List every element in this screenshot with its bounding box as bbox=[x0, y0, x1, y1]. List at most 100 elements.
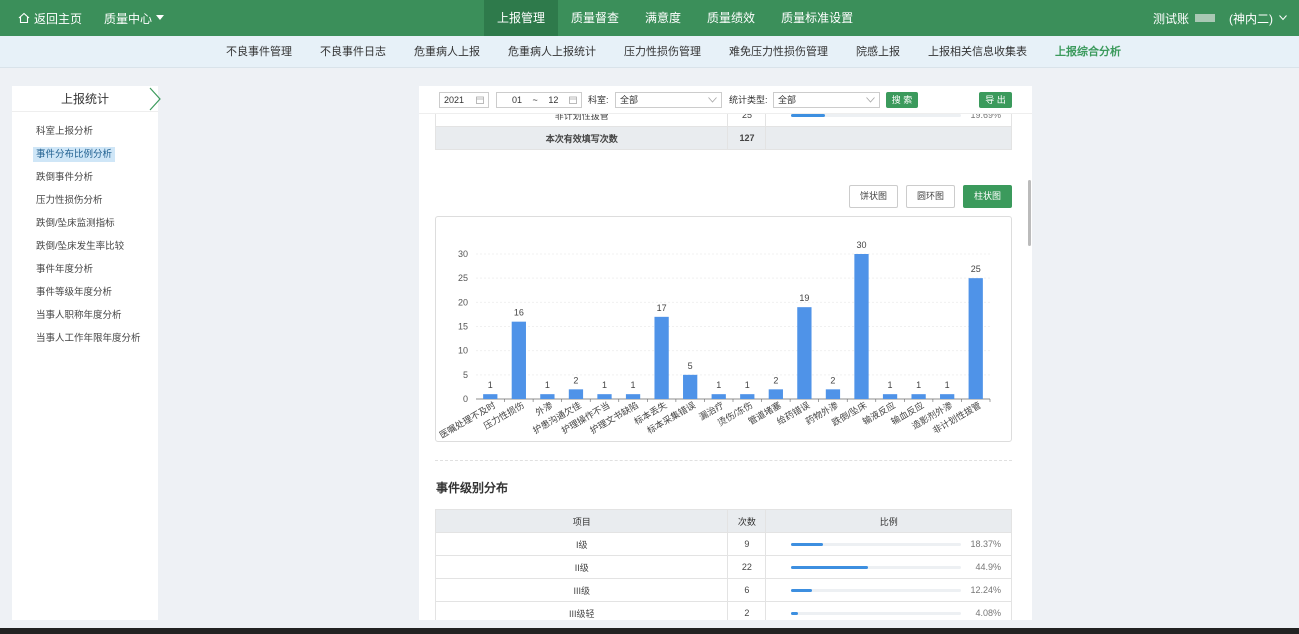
bar-chart-button[interactable]: 柱状图 bbox=[962, 185, 1012, 208]
bar bbox=[540, 394, 555, 399]
subnav-item-1[interactable]: 不良事件日志 bbox=[306, 36, 400, 68]
sidebar-item-9[interactable]: 当事人工作年限年度分析 bbox=[12, 327, 158, 350]
home-link[interactable]: 返回主页 bbox=[18, 10, 82, 27]
year-picker[interactable]: 2021 bbox=[439, 92, 489, 108]
cell-ratio: 4.08% bbox=[765, 601, 1012, 620]
dept-value: 全部 bbox=[620, 95, 639, 105]
bar bbox=[711, 394, 726, 399]
window-bottom-edge bbox=[0, 628, 1299, 634]
sidebar-item-5[interactable]: 跌倒/坠床发生率比较 bbox=[12, 235, 158, 258]
sidebar-item-1[interactable]: 事件分布比例分析 bbox=[12, 143, 158, 166]
bar bbox=[625, 394, 641, 399]
subnav-item-7[interactable]: 上报相关信息收集表 bbox=[914, 36, 1041, 68]
nav-tab-0[interactable]: 上报管理 bbox=[484, 0, 559, 36]
bar bbox=[654, 316, 669, 399]
caret-down-icon bbox=[156, 15, 165, 20]
range-separator: ~ bbox=[532, 95, 538, 105]
quality-center-dropdown[interactable]: 质量中心 bbox=[104, 10, 165, 27]
month-to: 12 bbox=[548, 95, 559, 105]
bar bbox=[911, 394, 926, 399]
sidebar-item-label: 事件等级年度分析 bbox=[36, 287, 113, 298]
subnav-item-8[interactable]: 上报综合分析 bbox=[1041, 36, 1135, 68]
subnav-item-6[interactable]: 院感上报 bbox=[842, 36, 914, 68]
event-level-table: 项目 次数 比例 I级 9 18.37% II级 22 44.9% III级 6 12.24% I… bbox=[434, 509, 1012, 620]
user-name-redacted bbox=[1195, 14, 1215, 22]
ratio-percent: 18.37% bbox=[970, 539, 1001, 549]
sub-navigation-bar: 不良事件管理 不良事件日志 危重病人上报 危重病人上报统计 压力性损伤管理 难免压力性损伤… bbox=[0, 36, 1299, 68]
bar bbox=[483, 394, 498, 399]
nav-tab-3[interactable]: 质量绩效 bbox=[694, 0, 768, 36]
nav-tab-1[interactable]: 质量督查 bbox=[558, 0, 632, 36]
sidebar-item-2[interactable]: 跌倒事件分析 bbox=[12, 166, 158, 189]
y-tick-label: 25 bbox=[458, 273, 468, 283]
y-tick-label: 30 bbox=[458, 249, 468, 259]
user-menu[interactable]: 测试账 (神内二) bbox=[1153, 0, 1287, 36]
donut-chart-button[interactable]: 圆环图 bbox=[905, 185, 955, 208]
cell-count: 9 bbox=[727, 532, 767, 556]
sidebar-item-3[interactable]: 压力性损伤分析 bbox=[12, 189, 158, 212]
export-button[interactable]: 导 出 bbox=[979, 92, 1012, 108]
sidebar-list: 科室上报分析事件分布比例分析跌倒事件分析 压力性损伤分析 跌倒/坠床监测指标跌倒/坠… bbox=[12, 112, 158, 350]
sidebar-header[interactable]: 上报统计 bbox=[12, 86, 161, 112]
data-label: 1 bbox=[716, 380, 721, 390]
ratio-bar-track bbox=[791, 114, 962, 117]
sidebar-item-0[interactable]: 科室上报分析 bbox=[12, 120, 158, 143]
subnav-item-2[interactable]: 危重病人上报 bbox=[400, 36, 494, 68]
bar bbox=[825, 389, 841, 399]
cell-item: III级轻 bbox=[434, 601, 729, 620]
summary-row: 本次有效填写次数 127 bbox=[434, 126, 1012, 150]
scrollbar[interactable] bbox=[1028, 180, 1031, 246]
topbar-left: 返回主页 质量中心 bbox=[18, 0, 165, 36]
sidebar-item-label: 事件分布比例分析 bbox=[33, 147, 116, 162]
nav-tab-4[interactable]: 质量标准设置 bbox=[768, 0, 866, 36]
bar bbox=[940, 394, 955, 399]
bar bbox=[597, 394, 612, 399]
chart-type-switcher: 饼状图 圆环图 柱状图 bbox=[848, 185, 1012, 208]
bar-chart: 0510152025301医嘱处理不及时16压力性损伤1外渗2护患沟通欠佳1护理… bbox=[437, 240, 991, 440]
dept-label: 科室: bbox=[588, 95, 609, 105]
data-label: 17 bbox=[657, 303, 667, 313]
cell-ratio: 44.9% bbox=[765, 555, 1012, 579]
bar bbox=[683, 374, 698, 399]
sidebar-item-6[interactable]: 事件年度分析 bbox=[12, 258, 158, 281]
y-tick-label: 10 bbox=[458, 346, 468, 356]
event-level-table-body: I级 9 18.37% II级 22 44.9% III级 6 12.24% III级轻 2 4.08… bbox=[434, 532, 1012, 620]
top-navigation-bar: 返回主页 质量中心 上报管理 质量督查 满意度 质量绩效 质量标准设置 测试账 (神内二… bbox=[0, 0, 1299, 36]
cell-count: 2 bbox=[727, 601, 767, 620]
sidebar-item-7[interactable]: 事件等级年度分析 bbox=[12, 281, 158, 304]
bar bbox=[854, 254, 869, 399]
stat-type-select[interactable]: 全部 bbox=[773, 92, 880, 108]
pie-chart-button[interactable]: 饼状图 bbox=[848, 185, 898, 208]
home-label: 返回主页 bbox=[34, 11, 83, 26]
ratio-percent: 12.24% bbox=[970, 585, 1001, 595]
cell-count: 22 bbox=[727, 555, 767, 579]
data-label: 5 bbox=[688, 361, 693, 371]
bar bbox=[568, 389, 584, 399]
summary-count: 127 bbox=[727, 126, 767, 150]
subnav-item-5[interactable]: 难免压力性损伤管理 bbox=[715, 36, 842, 68]
nav-tab-2[interactable]: 满意度 bbox=[632, 0, 694, 36]
search-button[interactable]: 搜 索 bbox=[886, 92, 918, 108]
subnav-item-0[interactable]: 不良事件管理 bbox=[212, 36, 306, 68]
subnav-item-4[interactable]: 压力性损伤管理 bbox=[610, 36, 715, 68]
data-label: 1 bbox=[945, 380, 950, 390]
subnav-item-3[interactable]: 危重病人上报统计 bbox=[494, 36, 610, 68]
table-row: III级轻 2 4.08% bbox=[434, 601, 1012, 620]
y-tick-label: 15 bbox=[458, 322, 468, 332]
chevron-right-icon[interactable] bbox=[148, 87, 162, 111]
sidebar-item-label: 科室上报分析 bbox=[36, 126, 94, 137]
sidebar-item-label: 跌倒/坠床发生率比较 bbox=[36, 241, 125, 252]
ratio-bar-track bbox=[791, 566, 962, 569]
chevron-down-icon bbox=[708, 97, 717, 103]
month-range-picker[interactable]: 01 ~ 12 bbox=[496, 92, 582, 108]
dept-select[interactable]: 全部 bbox=[615, 92, 722, 108]
data-label: 16 bbox=[514, 308, 524, 318]
stat-type-value: 全部 bbox=[778, 95, 797, 105]
sidebar-item-8[interactable]: 当事人职称年度分析 bbox=[12, 304, 158, 327]
cell-item: III级 bbox=[434, 578, 729, 602]
stat-type-label: 统计类型: bbox=[729, 95, 768, 105]
data-label: 1 bbox=[602, 380, 607, 390]
subnav-items: 不良事件管理 不良事件日志 危重病人上报 危重病人上报统计 压力性损伤管理 难免压力性损伤… bbox=[212, 36, 1135, 68]
sidebar-item-4[interactable]: 跌倒/坠床监测指标 bbox=[12, 212, 158, 235]
ratio-bar-track bbox=[791, 612, 962, 615]
